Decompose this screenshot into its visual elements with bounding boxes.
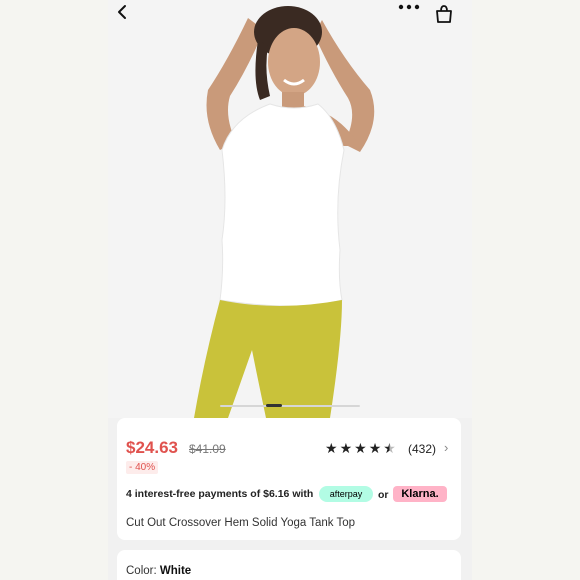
color-selector-label: Color: White [126, 565, 191, 577]
gallery-pager-active[interactable] [266, 404, 282, 407]
original-price: $41.09 [189, 442, 226, 456]
klarna-label: Klarna. [401, 488, 439, 500]
chevron-right-icon[interactable]: › [444, 440, 448, 455]
current-price: $24.63 [126, 438, 178, 457]
color-label-text: Color: [126, 565, 157, 577]
discount-badge: - 40% [126, 461, 159, 474]
star-full-icon: ★ [325, 440, 338, 456]
star-full-icon: ★ [339, 440, 353, 456]
left-backdrop [0, 0, 108, 580]
model-photo [108, 0, 472, 418]
back-button[interactable] [116, 4, 140, 28]
more-dots-icon [398, 4, 420, 10]
chevron-left-icon [118, 5, 126, 19]
right-backdrop [472, 0, 580, 580]
or-text: or [378, 489, 389, 501]
more-button[interactable] [398, 4, 424, 26]
gallery-pager-track [220, 405, 360, 407]
star-half-icon: ★ [383, 440, 396, 456]
price-card: $24.63 $41.09 - 40% ★ ★ ★ ★ ★ (432) › 4 … [117, 418, 461, 540]
color-value: White [159, 565, 192, 577]
review-count[interactable]: (432) [408, 442, 436, 456]
klarna-badge[interactable]: Klarna. [393, 486, 447, 502]
product-title: Cut Out Crossover Hem Solid Yoga Tank To… [126, 517, 356, 529]
color-selector[interactable]: Color: White [117, 550, 461, 580]
star-full-icon: ★ [368, 440, 382, 456]
installment-text: 4 interest-free payments of $6.16 with [126, 488, 314, 500]
star-rating[interactable]: ★ ★ ★ ★ ★ [325, 441, 396, 455]
star-full-icon: ★ [354, 440, 367, 456]
product-screen: $24.63 $41.09 - 40% ★ ★ ★ ★ ★ (432) › 4 … [108, 0, 472, 580]
shopping-bag-icon [436, 5, 452, 23]
product-image[interactable] [108, 0, 472, 418]
afterpay-label: afterpay [329, 489, 363, 499]
afterpay-badge[interactable]: afterpay [319, 486, 373, 502]
shopping-bag-button[interactable] [434, 4, 460, 28]
